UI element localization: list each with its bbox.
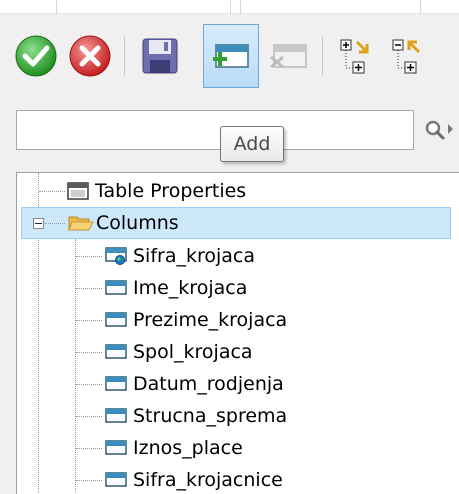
cancel-button[interactable] xyxy=(64,30,116,82)
tree-item-label: Table Properties xyxy=(95,180,247,202)
column-label: Spol_krojaca xyxy=(133,341,253,363)
column-label: Ime_krojaca xyxy=(133,277,248,299)
strip-divider xyxy=(420,0,421,14)
expand-all-button[interactable] xyxy=(330,30,382,82)
accept-button[interactable] xyxy=(10,30,62,82)
add-button[interactable] xyxy=(203,24,259,88)
tree-item-column[interactable]: Sifra_krojacnice xyxy=(17,464,459,494)
save-icon xyxy=(142,38,178,74)
strip-divider xyxy=(56,0,57,14)
tree-item-table-properties[interactable]: Table Properties xyxy=(17,175,459,207)
column-label: Strucna_sprema xyxy=(133,405,288,427)
tree-item-label: Columns xyxy=(96,212,179,234)
collapse-all-button[interactable] xyxy=(382,30,434,82)
schema-tree[interactable]: Table Properties Columns Sifra_krojaca I… xyxy=(16,172,459,494)
tree-guide-line xyxy=(76,416,102,417)
strip-divider xyxy=(240,0,241,14)
top-strip xyxy=(0,0,459,14)
toolbar-divider xyxy=(322,36,323,76)
search-input[interactable] xyxy=(16,110,414,150)
tree-guide-line xyxy=(76,320,102,321)
column-icon xyxy=(105,312,127,327)
x-icon xyxy=(69,35,111,77)
tree-guide-line xyxy=(76,256,102,257)
tree-item-column[interactable]: Strucna_sprema xyxy=(17,400,459,432)
column-label: Sifra_krojaca xyxy=(133,245,256,267)
tree-item-column[interactable]: Iznos_place xyxy=(17,432,459,464)
add-tooltip: Add xyxy=(220,126,284,162)
collapse-all-icon xyxy=(392,39,421,74)
toolbar-divider xyxy=(124,36,125,76)
tree-item-column[interactable]: Ime_krojaca xyxy=(17,272,459,304)
primary-key-column-icon xyxy=(105,247,127,265)
save-button[interactable] xyxy=(134,30,186,82)
column-label: Sifra_krojacnice xyxy=(133,469,283,491)
column-icon xyxy=(105,472,127,487)
tree-item-column[interactable]: Datum_rodjenja xyxy=(17,368,459,400)
tree-item-column[interactable]: Prezime_krojaca xyxy=(17,304,459,336)
column-icon xyxy=(105,440,127,455)
tree-item-column[interactable]: Spol_krojaca xyxy=(17,336,459,368)
collapse-expander[interactable] xyxy=(33,218,44,229)
column-label: Datum_rodjenja xyxy=(133,373,284,395)
tree-guide-line xyxy=(76,288,102,289)
table-icon xyxy=(67,182,89,200)
remove-column-icon xyxy=(270,44,307,69)
tree-guide-line xyxy=(39,191,65,192)
folder-open-icon xyxy=(68,216,94,231)
tree-guide-line xyxy=(76,352,102,353)
expand-all-icon xyxy=(340,39,369,74)
column-label: Iznos_place xyxy=(133,437,243,459)
column-icon xyxy=(105,408,127,423)
toolbar xyxy=(0,14,459,98)
tree-guide-line xyxy=(45,223,65,224)
search-icon[interactable] xyxy=(424,118,459,144)
add-column-icon xyxy=(213,44,249,68)
column-label: Prezime_krojaca xyxy=(133,309,288,331)
column-icon xyxy=(105,280,127,295)
strip-divider xyxy=(230,0,231,14)
tree-guide-line xyxy=(76,480,102,481)
column-icon xyxy=(105,344,127,359)
check-icon xyxy=(15,35,57,77)
tree-guide-line xyxy=(76,448,102,449)
remove-button[interactable] xyxy=(263,30,315,82)
column-icon xyxy=(105,376,127,391)
tree-item-columns[interactable]: Columns xyxy=(21,207,451,239)
tree-item-column[interactable]: Sifra_krojaca xyxy=(17,240,459,272)
tree-guide-line xyxy=(76,384,102,385)
